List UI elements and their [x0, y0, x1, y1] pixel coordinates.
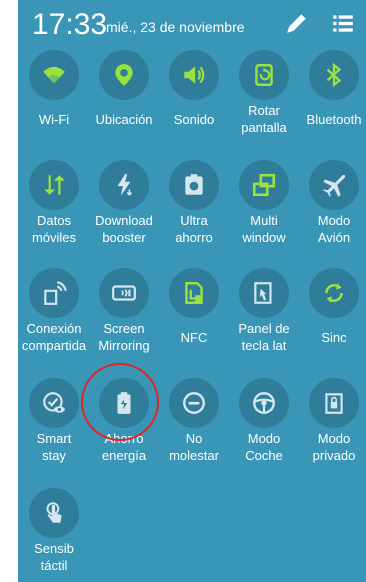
highlight-circle: [81, 363, 159, 441]
car-mode-icon: [239, 378, 289, 428]
tile-airplane-mode[interactable]: Modo Avión: [298, 158, 366, 268]
tile-label: Datos móviles: [31, 213, 77, 245]
tile-multi-window[interactable]: Multi window: [228, 158, 300, 268]
tile-touch-sensitivity[interactable]: Sensib táctil: [18, 486, 90, 582]
tile-car-mode[interactable]: Modo Coche: [228, 376, 300, 486]
tile-label: NFC: [180, 330, 208, 345]
rotate-screen-icon: [239, 50, 289, 100]
sound-icon: [169, 50, 219, 100]
tile-label: Modo Avión: [317, 213, 351, 245]
ultra-power-saving-icon: [169, 160, 219, 210]
tile-bluetooth[interactable]: Bluetooth: [298, 48, 366, 158]
tile-smart-stay[interactable]: Smart stay: [18, 376, 90, 486]
tile-sound[interactable]: Sonido: [158, 48, 230, 158]
mobile-data-icon: [29, 160, 79, 210]
tile-label: Ubicación: [95, 112, 153, 127]
location-icon: [99, 50, 149, 100]
tile-label: Sinc: [321, 330, 347, 345]
edit-pencil-icon[interactable]: [284, 10, 310, 36]
tile-label: Wi-Fi: [38, 112, 70, 127]
tile-label: Bluetooth: [306, 112, 362, 127]
tile-hotspot[interactable]: Conexión compartida: [18, 266, 90, 376]
tile-wifi[interactable]: Wi-Fi: [18, 48, 90, 158]
tile-sync[interactable]: Sinc: [298, 266, 366, 376]
tile-screen-mirroring[interactable]: Screen Mirroring: [88, 266, 160, 376]
tile-label: No molestar: [169, 431, 219, 463]
tile-ultra-power-saving[interactable]: Ultra ahorro: [158, 158, 230, 268]
hotspot-icon: [29, 268, 79, 318]
download-booster-icon: [99, 160, 149, 210]
tile-label: Screen Mirroring: [98, 321, 150, 353]
screen-mirroring-icon: [99, 268, 149, 318]
tile-label: Modo Coche: [245, 431, 283, 463]
quick-settings-panel: 17:33 mié., 23 de noviembre Wi-Fi Ubicac…: [18, 0, 366, 582]
wifi-icon: [29, 50, 79, 100]
tile-label: Sonido: [173, 112, 215, 127]
tile-label: Download booster: [95, 213, 153, 245]
status-bar: 17:33 mié., 23 de noviembre: [18, 0, 366, 48]
tile-do-not-disturb[interactable]: No molestar: [158, 376, 230, 486]
tile-download-booster[interactable]: Download booster: [88, 158, 160, 268]
tile-nfc[interactable]: NFC: [158, 266, 230, 376]
tile-mobile-data[interactable]: Datos móviles: [18, 158, 90, 268]
airplane-icon: [309, 160, 359, 210]
list-menu-icon[interactable]: [330, 10, 356, 36]
clock: 17:33: [32, 8, 108, 41]
touch-sensitivity-icon: [29, 488, 79, 538]
tile-label: Rotar pantalla: [241, 103, 287, 135]
date: mié., 23 de noviembre: [106, 19, 245, 35]
tile-label: Multi window: [242, 213, 286, 245]
sync-icon: [309, 268, 359, 318]
tile-rotate-screen[interactable]: Rotar pantalla: [228, 48, 300, 158]
tile-label: Conexión compartida: [21, 321, 87, 353]
do-not-disturb-icon: [169, 378, 219, 428]
tile-label: Panel de tecla lat: [238, 321, 290, 353]
private-mode-icon: [309, 378, 359, 428]
tile-label: Sensib táctil: [34, 541, 74, 573]
multi-window-icon: [239, 160, 289, 210]
tile-location[interactable]: Ubicación: [88, 48, 160, 158]
tile-side-key-panel[interactable]: Panel de tecla lat: [228, 266, 300, 376]
tile-label: Ultra ahorro: [175, 213, 213, 245]
smart-stay-icon: [29, 378, 79, 428]
side-key-panel-icon: [239, 268, 289, 318]
tile-private-mode[interactable]: Modo privado: [298, 376, 366, 486]
nfc-icon: [169, 268, 219, 318]
tile-label: Modo privado: [312, 431, 356, 463]
bluetooth-icon: [309, 50, 359, 100]
tile-label: Smart stay: [36, 431, 72, 463]
